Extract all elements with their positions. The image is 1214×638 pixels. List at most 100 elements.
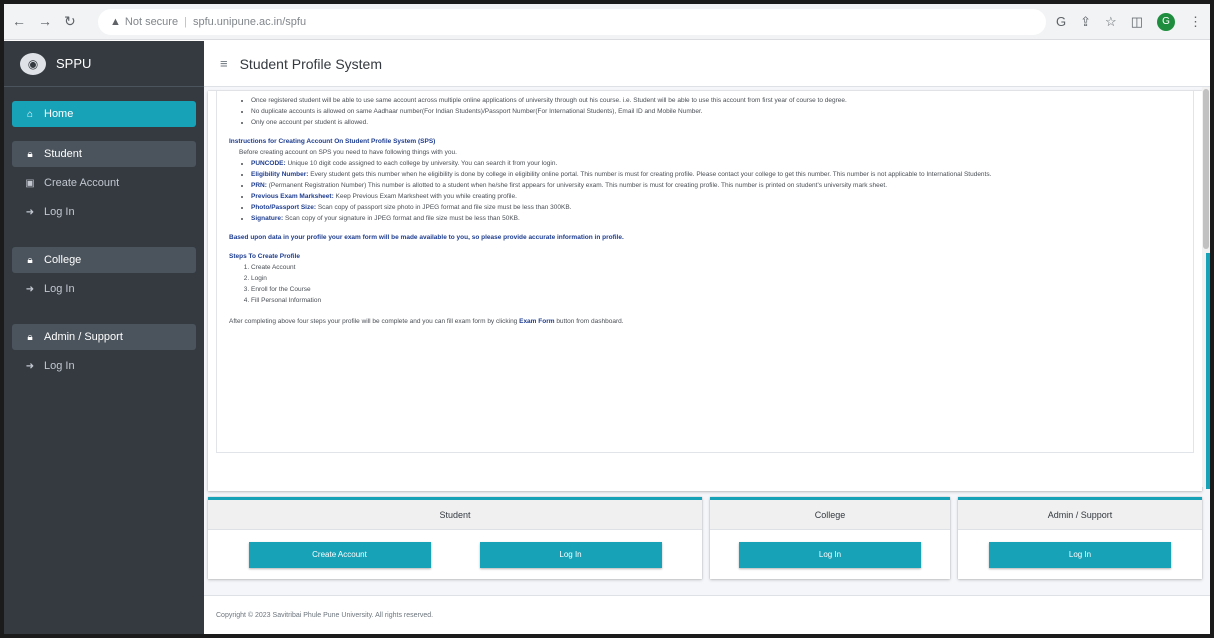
sidebar-group-label: Student [44, 148, 82, 160]
address-bar[interactable]: ▲ Not secure | spfu.unipune.ac.in/spfu [98, 8, 1047, 35]
google-icon[interactable]: G [1056, 14, 1066, 29]
browser-nav: ← → ↻ [12, 13, 98, 30]
after-note: After completing above four steps your p… [229, 316, 1181, 327]
box-title: Student [208, 500, 702, 530]
main-content: ≡ Student Profile System Once registered… [204, 41, 1210, 634]
after-note-text: After completing above four steps your p… [229, 318, 520, 325]
item-text: Every student gets this number when he e… [308, 171, 992, 178]
home-icon: ⌂ [26, 108, 34, 120]
instructions-list: PUNCODE: Unique 10 digit code assigned t… [229, 158, 1181, 224]
list-item: Eligibility Number: Every student gets t… [251, 169, 1181, 180]
url-separator: | [184, 15, 187, 28]
url-text: spfu.unipune.ac.in/spfu [192, 15, 307, 28]
brand[interactable]: ◉ SPPU [4, 41, 204, 87]
item-text: Unique 10 digit code assigned to each co… [285, 160, 558, 167]
list-item: Only one account per student is allowed. [251, 117, 1181, 128]
user-plus-icon: ▣ [25, 177, 35, 189]
steps-list: Create Account Login Enroll for the Cour… [229, 262, 1181, 306]
lock-icon: 🔒︎ [27, 254, 33, 266]
list-item: Once registered student will be able to … [251, 95, 1181, 106]
sidebar-item-admin-login[interactable]: ➜ Log In [12, 353, 196, 379]
box-body: Log In [958, 530, 1202, 579]
app-shell: ◉ SPPU ⌂ Home 🔒︎ Student ▣ Create Accoun… [4, 41, 1210, 634]
sidebar-item-label: Home [44, 108, 74, 120]
student-login-button[interactable]: Log In [479, 541, 662, 568]
sidebar-item-create-account[interactable]: ▣ Create Account [12, 170, 196, 196]
box-title: Admin / Support [958, 500, 1202, 530]
list-item: Enroll for the Course [251, 284, 1181, 295]
sidebar-item-home[interactable]: ⌂ Home [12, 101, 196, 127]
share-icon[interactable]: ⇪ [1080, 14, 1091, 30]
star-icon[interactable]: ☆ [1105, 14, 1117, 30]
brand-name: SPPU [56, 56, 92, 71]
sidebar-group-student[interactable]: 🔒︎ Student [12, 141, 196, 167]
item-text: (Permanent Registration Number) This num… [266, 182, 887, 189]
security-label: Not secure [124, 15, 179, 28]
item-label: Signature: [251, 215, 284, 222]
intro-list: Once registered student will be able to … [229, 95, 1181, 128]
sidebar-item-label: Log In [44, 206, 75, 218]
list-item: Fill Personal Information [251, 295, 1181, 306]
box-title: College [710, 500, 950, 530]
sidebar-group-admin[interactable]: 🔒︎ Admin / Support [12, 324, 196, 350]
browser-toolbar: ← → ↻ ▲ Not secure | spfu.unipune.ac.in/… [4, 4, 1210, 40]
sidebar-item-college-login[interactable]: ➜ Log In [12, 276, 196, 302]
student-box: Student Create Account Log In [208, 497, 702, 579]
reload-icon[interactable]: ↻ [64, 13, 76, 30]
create-account-button[interactable]: Create Account [248, 541, 431, 568]
item-label: Previous Exam Marksheet: [251, 193, 334, 200]
sidebar: ◉ SPPU ⌂ Home 🔒︎ Student ▣ Create Accoun… [4, 41, 204, 634]
accent-strip [1206, 253, 1210, 489]
sidebar-group-college[interactable]: 🔒︎ College [12, 247, 196, 273]
browser-window: ← → ↻ ▲ Not secure | spfu.unipune.ac.in/… [4, 4, 1210, 634]
sidebar-group-label: Admin / Support [44, 331, 123, 343]
list-item: Create Account [251, 262, 1181, 273]
profile-note: Based upon data in your profile your exa… [229, 234, 624, 241]
item-label: PRN: [251, 182, 267, 189]
item-label: PUNCODE: [251, 160, 286, 167]
info-card: Once registered student will be able to … [208, 91, 1202, 491]
login-icon: ➜ [25, 206, 35, 218]
forward-icon[interactable]: → [38, 13, 52, 30]
steps-title: Steps To Create Profile [229, 253, 301, 260]
admin-box: Admin / Support Log In [958, 497, 1202, 579]
after-note-text-end: button from dashboard. [554, 318, 624, 325]
profile-avatar[interactable]: G [1157, 12, 1175, 31]
sidebar-item-label: Create Account [44, 177, 120, 189]
sidebar-item-label: Log In [44, 283, 75, 295]
instructions-title: Instructions for Creating Account On Stu… [229, 138, 436, 145]
list-item: PUNCODE: Unique 10 digit code assigned t… [251, 158, 1181, 169]
topbar: ≡ Student Profile System [204, 41, 1210, 87]
copyright-text: Copyright © 2023 Savitribai Phule Pune U… [216, 612, 434, 619]
box-body: Log In [710, 530, 950, 579]
list-item: No duplicate accounts is allowed on same… [251, 106, 1181, 117]
admin-login-button[interactable]: Log In [989, 541, 1171, 568]
tab-icon[interactable]: ◫ [1131, 14, 1143, 30]
list-item: Previous Exam Marksheet: Keep Previous E… [251, 191, 1181, 202]
action-boxes: Student Create Account Log In College Lo… [208, 497, 1202, 579]
menu-icon[interactable]: ⋮ [1189, 14, 1202, 30]
warning-icon: ▲ [110, 15, 121, 28]
back-icon[interactable]: ← [12, 13, 26, 30]
list-item: PRN: (Permanent Registration Number) Thi… [251, 180, 1181, 191]
sidebar-item-student-login[interactable]: ➜ Log In [12, 199, 196, 225]
college-box: College Log In [710, 497, 950, 579]
page-title: Student Profile System [239, 55, 382, 72]
after-note-bold: Exam Form [519, 318, 555, 325]
item-label: Eligibility Number: [251, 171, 309, 178]
scrollbar-thumb[interactable] [1203, 89, 1209, 249]
college-login-button[interactable]: Log In [739, 541, 921, 568]
item-text: Scan copy of passport size photo in JPEG… [316, 204, 572, 211]
lock-icon: 🔒︎ [27, 331, 33, 343]
login-icon: ➜ [25, 360, 35, 372]
login-icon: ➜ [25, 283, 35, 295]
browser-actions: G ⇪ ☆ ◫ G ⋮ [1056, 12, 1202, 31]
info-card-body: Once registered student will be able to … [216, 91, 1194, 453]
hamburger-icon[interactable]: ≡ [220, 56, 228, 71]
item-text: Keep Previous Exam Marksheet with you wh… [333, 193, 517, 200]
item-text: Scan copy of your signature in JPEG form… [283, 215, 520, 222]
list-item: Login [251, 273, 1181, 284]
list-item: Signature: Scan copy of your signature i… [251, 213, 1181, 224]
instructions-intro: Before creating account on SPS you need … [239, 149, 457, 156]
item-label: Photo/Passport Size: [251, 204, 317, 211]
